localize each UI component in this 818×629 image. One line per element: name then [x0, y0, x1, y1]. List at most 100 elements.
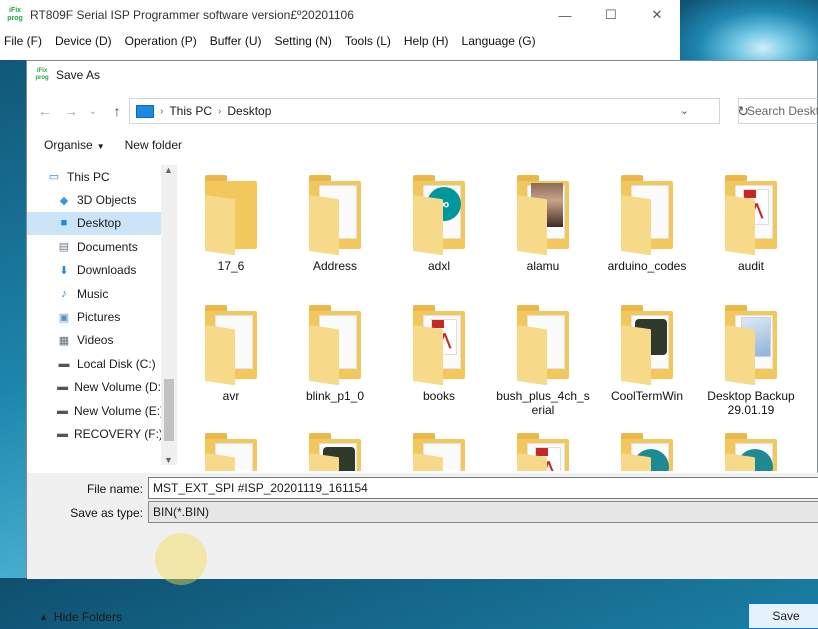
- search-input[interactable]: Search Desktop: [738, 98, 818, 124]
- folder-item[interactable]: 17_6: [183, 175, 279, 273]
- folder-item[interactable]: ⋀ audit: [703, 175, 799, 273]
- file-name-label: File name:: [86, 482, 143, 496]
- caret-down-icon: ▼: [96, 142, 105, 151]
- drive-icon: ▬: [57, 404, 68, 417]
- folder-item[interactable]: [703, 433, 799, 471]
- folder-label: bush_plus_4ch_s erial: [496, 389, 590, 417]
- folder-item[interactable]: [599, 433, 695, 471]
- menu-setting[interactable]: Setting (N): [275, 34, 332, 48]
- menu-device[interactable]: Device (D): [55, 34, 112, 48]
- folder-icon: [517, 305, 569, 386]
- programmer-app-window: iFix prog RT809F Serial ISP Programmer so…: [0, 0, 681, 60]
- desktop-wallpaper: [680, 0, 818, 60]
- sidebar-item-pictures[interactable]: ▣ Pictures: [27, 305, 161, 328]
- hide-folders-button[interactable]: ▲ Hide Folders: [39, 610, 122, 624]
- folder-icon: ⋀: [517, 433, 569, 471]
- menu-file[interactable]: File (F): [4, 34, 42, 48]
- folder-item[interactable]: Desktop Backup 29.01.19: [703, 305, 799, 417]
- organise-button[interactable]: Organise ▼: [44, 138, 105, 152]
- folder-label: Desktop Backup 29.01.19: [707, 389, 795, 417]
- breadcrumb-this-pc[interactable]: This PC: [169, 104, 212, 118]
- sidebar-item-new-volume-d[interactable]: ▬ New Volume (D:: [27, 376, 161, 399]
- app-titlebar: iFix prog RT809F Serial ISP Programmer so…: [0, 0, 680, 30]
- folder-icon: ∞: [413, 175, 465, 256]
- folder-icon: [725, 433, 777, 471]
- app-logo: iFix prog: [35, 68, 49, 81]
- document-icon: ▤: [58, 241, 70, 254]
- folder-icon: [621, 305, 673, 386]
- folder-label: 17_6: [217, 259, 245, 273]
- close-button[interactable]: ✕: [634, 0, 680, 30]
- sidebar-item-recovery-f[interactable]: ▬ RECOVERY (F:): [27, 422, 161, 445]
- sidebar-item-downloads[interactable]: ⬇ Downloads: [27, 259, 161, 282]
- folder-icon: [621, 433, 673, 471]
- menu-help[interactable]: Help (H): [404, 34, 449, 48]
- folder-icon: [205, 305, 257, 386]
- breadcrumb-desktop[interactable]: Desktop: [227, 104, 271, 118]
- up-arrow-icon[interactable]: ↑: [107, 101, 127, 121]
- folder-label: blink_p1_0: [305, 389, 365, 403]
- drive-icon: ▬: [57, 427, 68, 440]
- file-grid: 17_6 Address ∞ adxl alamu arduino_codes ⋀ audit…: [177, 165, 818, 471]
- sidebar-item-documents[interactable]: ▤ Documents: [27, 235, 161, 258]
- folder-label: alamu: [526, 259, 560, 273]
- maximize-button[interactable]: ☐: [588, 0, 634, 30]
- app-logo: iFix prog: [7, 7, 23, 22]
- mouse-cursor-highlight: [155, 533, 207, 585]
- scrollbar-thumb[interactable]: [164, 379, 174, 441]
- folder-item[interactable]: [183, 433, 279, 471]
- scroll-up-icon[interactable]: ▲: [164, 165, 173, 175]
- sidebar-item-3d-objects[interactable]: ◆ 3D Objects: [27, 188, 161, 211]
- sidebar-item-this-pc[interactable]: ▭ This PC: [27, 165, 161, 188]
- sidebar-item-music[interactable]: ♪ Music: [27, 282, 161, 305]
- computer-icon: ▭: [48, 171, 60, 184]
- forward-arrow-icon[interactable]: →: [61, 101, 81, 121]
- folder-item[interactable]: ∞ adxl: [391, 175, 487, 273]
- chevron-down-icon[interactable]: ⌄: [680, 104, 689, 117]
- back-arrow-icon[interactable]: ←: [35, 101, 55, 121]
- menu-language[interactable]: Language (G): [462, 34, 536, 48]
- folder-label: avr: [222, 389, 240, 403]
- save-type-select[interactable]: BIN(*.BIN): [148, 501, 818, 523]
- folder-item[interactable]: [391, 433, 487, 471]
- menu-tools[interactable]: Tools (L): [345, 34, 391, 48]
- sidebar-item-new-volume-e[interactable]: ▬ New Volume (E:): [27, 399, 161, 422]
- folder-item[interactable]: blink_p1_0: [287, 305, 383, 403]
- music-icon: ♪: [61, 287, 67, 300]
- new-folder-button[interactable]: New folder: [125, 138, 182, 152]
- folder-item[interactable]: arduino_codes: [599, 175, 695, 273]
- minimize-button[interactable]: —: [542, 0, 588, 30]
- folder-icon: [205, 433, 257, 471]
- recent-locations-icon[interactable]: ⌄: [83, 101, 103, 121]
- folder-icon: [413, 433, 465, 471]
- folder-item[interactable]: alamu: [495, 175, 591, 273]
- folder-label: CoolTermWin: [610, 389, 683, 403]
- sidebar-item-desktop[interactable]: ■ Desktop: [27, 211, 161, 236]
- folder-item[interactable]: Address: [287, 175, 383, 273]
- save-type-label: Save as type:: [70, 506, 143, 520]
- sidebar-item-local-disk-c[interactable]: ▬ Local Disk (C:): [27, 352, 161, 375]
- scroll-down-icon[interactable]: ▼: [164, 455, 173, 465]
- sidebar-item-videos[interactable]: ▦ Videos: [27, 329, 161, 352]
- sidebar-scrollbar[interactable]: ▲ ▼: [161, 165, 177, 465]
- save-button[interactable]: Save: [748, 603, 818, 629]
- menu-buffer[interactable]: Buffer (U): [210, 34, 262, 48]
- file-name-input[interactable]: MST_EXT_SPI #ISP_20201119_161154: [148, 477, 818, 499]
- folder-item[interactable]: avr: [183, 305, 279, 403]
- video-icon: ▦: [58, 334, 70, 347]
- folder-item[interactable]: ⋀: [495, 433, 591, 471]
- folder-label: books: [422, 389, 456, 403]
- dialog-title: Save As: [56, 68, 101, 82]
- address-bar[interactable]: › This PC › Desktop ⌄ ↻: [129, 98, 749, 124]
- folder-item[interactable]: [287, 433, 383, 471]
- folder-item[interactable]: CoolTermWin: [599, 305, 695, 403]
- folder-item[interactable]: bush_plus_4ch_s erial: [495, 305, 591, 417]
- folder-label: Address: [312, 259, 358, 273]
- app-title: RT809F Serial ISP Programmer software ve…: [30, 8, 354, 22]
- menu-operation[interactable]: Operation (P): [125, 34, 197, 48]
- chevron-up-icon: ▲: [39, 612, 48, 622]
- folder-icon: [309, 175, 361, 256]
- folder-icon: ⋀: [725, 175, 777, 256]
- app-menubar: File (F) Device (D) Operation (P) Buffer…: [0, 30, 680, 52]
- folder-item[interactable]: ⋀ books: [391, 305, 487, 403]
